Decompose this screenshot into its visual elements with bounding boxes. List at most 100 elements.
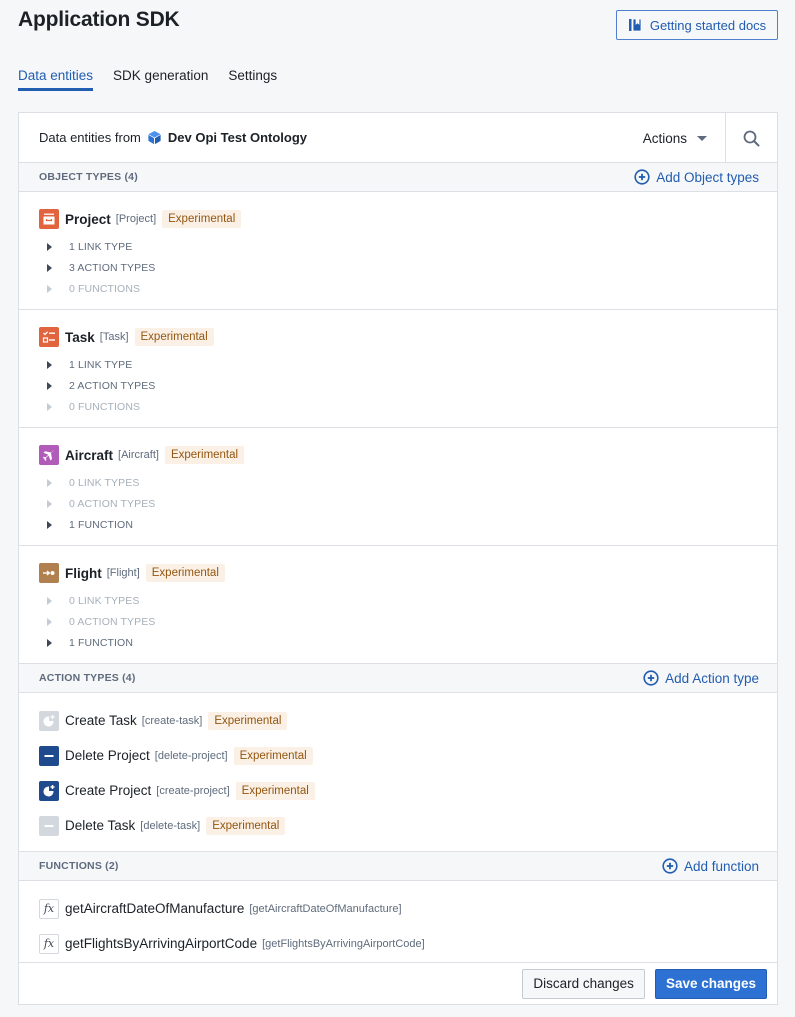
function-api-name: [getAircraftDateOfManufacture] — [249, 902, 402, 915]
caret-right-icon — [47, 617, 52, 626]
action-types-list: Create Task [create-task] Experimental D… — [19, 693, 777, 852]
functions-title: FUNCTIONS (2) — [39, 860, 119, 872]
action-type-name: Delete Task — [65, 818, 136, 833]
functions-list: fx getAircraftDateOfManufacture [getAirc… — [19, 881, 777, 969]
functions-toggle: 0 FUNCTIONS — [39, 278, 757, 299]
functions-label: 1 FUNCTION — [69, 636, 133, 649]
caret-down-icon — [697, 135, 707, 141]
function-row[interactable]: fx getFlightsByArrivingAirportCode [getF… — [39, 926, 757, 961]
action-types-toggle: 0 ACTION TYPES — [39, 611, 757, 632]
add-function-button[interactable]: Add function — [662, 858, 759, 874]
function-icon: fx — [39, 898, 59, 919]
function-row[interactable]: fx getAircraftDateOfManufacture [getAirc… — [39, 891, 757, 926]
tab-settings[interactable]: Settings — [228, 68, 277, 89]
object-type-task: Task [Task] Experimental 1 LINK TYPE 2 A… — [19, 310, 777, 428]
create-action-icon — [39, 780, 59, 801]
action-types-toggle[interactable]: 2 ACTION TYPES — [39, 375, 757, 396]
caret-right-icon — [47, 263, 52, 272]
panel-footer: Discard changes Save changes — [19, 962, 777, 1004]
caret-right-icon — [47, 520, 52, 529]
experimental-badge: Experimental — [233, 746, 313, 765]
actions-dropdown[interactable]: Actions — [643, 113, 707, 163]
functions-header: FUNCTIONS (2) Add function — [19, 852, 777, 881]
object-type-api-name: [Task] — [99, 331, 129, 343]
object-type-name[interactable]: Flight — [65, 566, 102, 581]
actions-label: Actions — [642, 130, 687, 146]
caret-right-icon — [47, 402, 52, 411]
add-action-type-button[interactable]: Add Action type — [643, 670, 759, 686]
functions-toggle[interactable]: 1 FUNCTION — [39, 632, 757, 653]
ontology-name[interactable]: Dev Opi Test Ontology — [168, 130, 307, 145]
object-types-title: OBJECT TYPES (4) — [39, 171, 138, 183]
add-object-types-label: Add Object types — [656, 169, 759, 185]
action-type-api-name: [create-project] — [156, 784, 230, 797]
functions-label: 0 FUNCTIONS — [69, 282, 141, 295]
object-type-name[interactable]: Aircraft — [65, 448, 113, 463]
experimental-badge: Experimental — [145, 564, 225, 582]
add-circle-icon — [634, 169, 650, 185]
add-object-types-button[interactable]: Add Object types — [634, 169, 759, 185]
function-name: getAircraftDateOfManufacture — [65, 901, 245, 916]
checklist-icon — [39, 327, 59, 347]
create-action-icon — [39, 710, 59, 731]
object-type-name[interactable]: Project — [65, 212, 111, 227]
functions-toggle[interactable]: 1 FUNCTION — [39, 514, 757, 535]
object-type-api-name: [Project] — [115, 213, 157, 225]
action-types-toggle[interactable]: 3 ACTION TYPES — [39, 257, 757, 278]
object-type-aircraft: Aircraft [Aircraft] Experimental 0 LINK … — [19, 428, 777, 546]
add-action-type-label: Add Action type — [665, 670, 759, 686]
experimental-badge: Experimental — [164, 446, 245, 464]
function-api-name: [getFlightsByArrivingAirportCode] — [262, 937, 425, 950]
discard-changes-button[interactable]: Discard changes — [522, 968, 645, 999]
docs-button-label: Getting started docs — [649, 17, 767, 33]
caret-right-icon — [47, 638, 52, 647]
archive-icon — [39, 209, 59, 229]
airplane-icon — [39, 445, 59, 465]
action-type-name: Delete Project — [65, 748, 150, 763]
source-prefix: Data entities from — [39, 130, 141, 145]
search-button[interactable] — [725, 113, 777, 163]
search-icon — [743, 130, 760, 146]
action-type-api-name: [delete-task] — [140, 819, 201, 832]
panel-header: Data entities from Dev Opi Test Ontology… — [19, 113, 777, 163]
object-type-api-name: [Aircraft] — [118, 449, 159, 461]
experimental-badge: Experimental — [206, 816, 286, 835]
getting-started-docs-button[interactable]: Getting started docs — [616, 10, 778, 40]
ontology-source: Data entities from Dev Opi Test Ontology — [19, 130, 307, 145]
caret-right-icon — [47, 360, 52, 369]
object-type-project: Project [Project] Experimental 1 LINK TY… — [19, 192, 777, 310]
link-types-toggle[interactable]: 1 LINK TYPE — [39, 354, 757, 375]
link-types-toggle[interactable]: 1 LINK TYPE — [39, 236, 757, 257]
arrow-to-dot-icon — [39, 563, 59, 583]
link-types-label: 0 LINK TYPES — [69, 476, 140, 489]
save-changes-button[interactable]: Save changes — [654, 968, 767, 999]
caret-right-icon — [47, 284, 52, 293]
function-icon: fx — [39, 933, 59, 954]
object-type-api-name: [Flight] — [106, 567, 140, 579]
action-type-row[interactable]: Create Task [create-task] Experimental — [39, 703, 757, 738]
add-function-label: Add function — [683, 858, 759, 874]
delete-action-icon — [39, 815, 59, 836]
action-types-toggle: 0 ACTION TYPES — [39, 493, 757, 514]
action-type-api-name: [delete-project] — [154, 749, 228, 762]
caret-right-icon — [47, 478, 52, 487]
object-types-header: OBJECT TYPES (4) Add Object types — [19, 163, 777, 192]
experimental-badge: Experimental — [208, 711, 288, 730]
book-icon — [628, 18, 642, 32]
experimental-badge: Experimental — [162, 210, 242, 228]
caret-right-icon — [47, 596, 52, 605]
object-type-name[interactable]: Task — [65, 330, 95, 345]
functions-label: 0 FUNCTIONS — [69, 400, 141, 413]
action-type-row[interactable]: Delete Project [delete-project] Experime… — [39, 738, 757, 773]
link-types-label: 1 LINK TYPE — [69, 358, 133, 371]
action-type-row[interactable]: Delete Task [delete-task] Experimental — [39, 808, 757, 843]
action-types-title: ACTION TYPES (4) — [39, 672, 136, 684]
action-types-label: 3 ACTION TYPES — [69, 261, 156, 274]
add-circle-icon — [662, 858, 678, 874]
tab-sdk-generation[interactable]: SDK generation — [113, 68, 208, 89]
action-type-name: Create Project — [65, 783, 152, 798]
tab-data-entities[interactable]: Data entities — [18, 68, 94, 91]
caret-right-icon — [47, 242, 52, 251]
action-type-row[interactable]: Create Project [create-project] Experime… — [39, 773, 757, 808]
action-type-name: Create Task — [65, 713, 137, 728]
